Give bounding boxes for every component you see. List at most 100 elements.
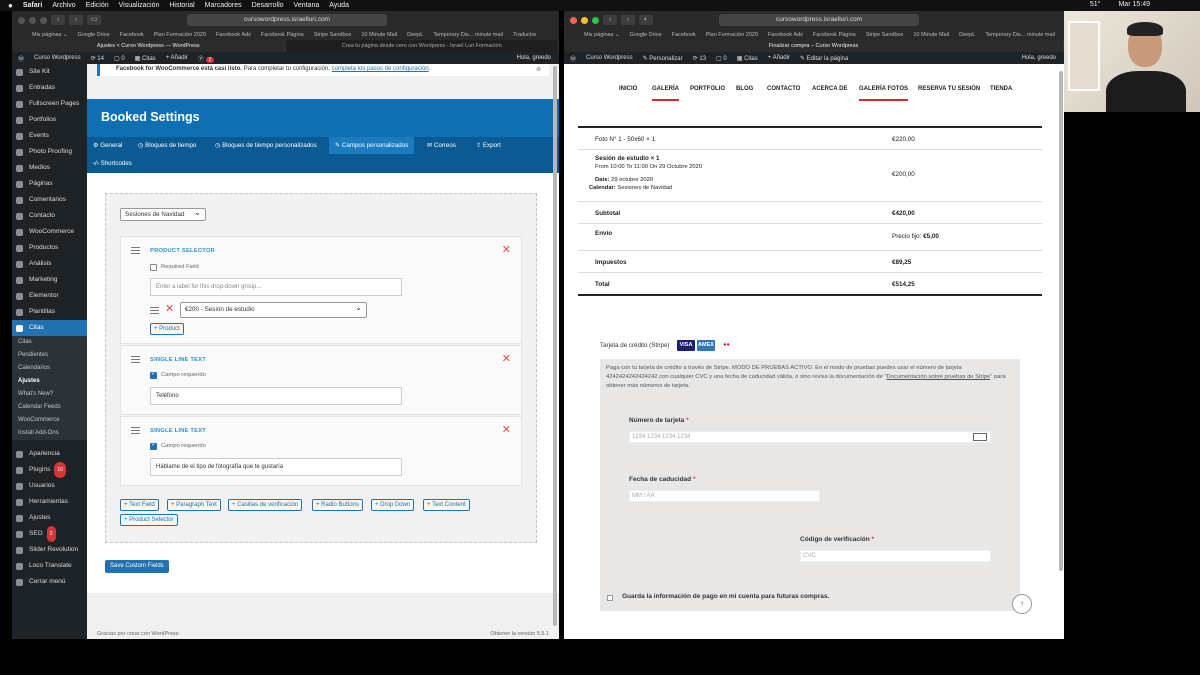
sidebar-item-medios[interactable]: Medios: [12, 160, 87, 176]
menu-edicion[interactable]: Edición: [86, 2, 109, 9]
dismiss-icon[interactable]: ⊗: [536, 65, 541, 75]
field-label-input[interactable]: Háblame de el tipo de fotografía que te …: [150, 458, 402, 476]
footer-credit[interactable]: Gracias por crear con WordPress.: [97, 631, 180, 637]
submenu-item-woocommerce[interactable]: WooCommerce: [12, 414, 87, 427]
window-controls[interactable]: [570, 16, 599, 24]
drag-handle-icon[interactable]: [131, 247, 140, 254]
sidebar-item-portfolios[interactable]: Portfolios: [12, 112, 87, 128]
sidebar-toggle-icon[interactable]: ▭: [87, 15, 101, 25]
bookmark[interactable]: Plan Formación 2020: [706, 32, 758, 38]
card-number-input[interactable]: 1234 1234 1234 1234: [629, 431, 991, 443]
menu-marcadores[interactable]: Marcadores: [205, 2, 242, 9]
tab-campos-personalizados[interactable]: ✎ Campos personalizados: [329, 137, 415, 154]
back-button[interactable]: ‹: [51, 15, 65, 25]
admin-citas[interactable]: ▦ Citas: [737, 55, 758, 62]
add-checkboxes-button[interactable]: + Casillas de verificación: [228, 499, 303, 511]
nav-galeria-fotos[interactable]: GALERÍA FOTOS: [859, 86, 909, 101]
nav-reserva[interactable]: RESERVA TU SESIÓN: [918, 86, 980, 92]
admin-greeting[interactable]: Hola, greedo: [1022, 55, 1056, 61]
bookmark[interactable]: Mis páginas ⌄: [584, 32, 619, 38]
bookmark[interactable]: Facebook: [672, 32, 696, 38]
bookmark[interactable]: DeepL: [959, 32, 975, 38]
field-single-line-telefono[interactable]: SINGLE LINE TEXT ✕ Campo requerido Teléf…: [120, 345, 522, 415]
required-checkbox[interactable]: [150, 441, 157, 450]
bookmark[interactable]: Temporary Dis... minute mail: [433, 32, 503, 38]
sidebar-item-elementor[interactable]: Elementor: [12, 288, 87, 304]
sidebar-item-p-ginas[interactable]: Páginas: [12, 176, 87, 192]
field-label-input[interactable]: Teléfono: [150, 387, 402, 405]
admin-site-name[interactable]: Curso Wordpress: [34, 55, 81, 61]
yoast-indicator[interactable]: Ⓨ 2: [198, 54, 215, 63]
admin-customize[interactable]: ✎ Personalizar: [643, 55, 683, 62]
sidebar-item-woocommerce[interactable]: WooCommerce: [12, 224, 87, 240]
right-scrollbar[interactable]: [1059, 71, 1063, 571]
apple-icon[interactable]: ●: [8, 1, 13, 10]
tab-crea-tu-pagina[interactable]: Crea tu página desde cero con Wordpress …: [286, 40, 559, 52]
nav-tienda[interactable]: TIENDA: [990, 86, 1012, 92]
back-button[interactable]: ‹: [603, 15, 617, 25]
nav-galeria[interactable]: GALERÍA: [652, 86, 679, 101]
nav-contacto[interactable]: CONTACTO: [767, 86, 800, 92]
footer-version[interactable]: Obtener la versión 5.5.1: [490, 631, 549, 637]
required-checkbox[interactable]: [150, 264, 157, 271]
admin-new[interactable]: + Añadir: [768, 55, 790, 61]
sidebar-item-site-kit[interactable]: Site Kit: [12, 64, 87, 80]
window-controls[interactable]: [18, 16, 47, 24]
admin-citas[interactable]: ▦ Citas: [135, 55, 156, 62]
required-checkbox[interactable]: [150, 370, 157, 379]
save-custom-fields-button[interactable]: Save Custom Fields: [105, 560, 169, 573]
submenu-item-ajustes[interactable]: Ajustes: [12, 375, 87, 388]
sidebar-item-seo[interactable]: SEO 2: [12, 526, 87, 542]
bookmark[interactable]: Facebook Ads: [768, 32, 803, 38]
tab-ajustes[interactable]: Ajustes < Curso Wordpress — WordPress: [12, 40, 286, 52]
sidebar-item-fullscreen-pages[interactable]: Fullscreen Pages: [12, 96, 87, 112]
sidebar-item-herramientas[interactable]: Herramientas: [12, 494, 87, 510]
tab-general[interactable]: ⚙ General: [87, 137, 128, 154]
sidebar-item-events[interactable]: Events: [12, 128, 87, 144]
add-dropdown-button[interactable]: + Drop Down: [371, 499, 415, 511]
scroll-to-top-icon[interactable]: ↑: [1012, 594, 1032, 614]
forward-button[interactable]: ›: [621, 15, 635, 25]
tab-bloques-personalizados[interactable]: ◷ Bloques de tiempo personalizados: [209, 137, 323, 154]
sidebar-item-ajustes[interactable]: Ajustes: [12, 510, 87, 526]
expiry-input[interactable]: MM / AA: [629, 490, 820, 502]
bookmark[interactable]: Google Drive: [629, 32, 661, 38]
admin-edit-page[interactable]: ✎ Editar la página: [800, 55, 848, 62]
nav-inicio[interactable]: INICIO: [619, 86, 637, 92]
sidebar-item-usuarios[interactable]: Usuarios: [12, 478, 87, 494]
tab-export[interactable]: ⇪ Export: [470, 137, 507, 154]
nav-blog[interactable]: BLOG: [736, 86, 753, 92]
drag-handle-icon[interactable]: [131, 356, 140, 363]
tab-shortcodes[interactable]: ‹/› Shortcodes: [87, 155, 138, 172]
admin-site-name[interactable]: Curso Wordpress: [586, 55, 633, 61]
sidebar-item-citas[interactable]: Citas: [12, 320, 87, 336]
tab-correos[interactable]: ✉ Correos: [421, 137, 462, 154]
add-product-button[interactable]: + Product: [150, 323, 184, 335]
sidebar-item-plugins[interactable]: Plugins 10: [12, 462, 87, 478]
left-scrollbar[interactable]: [553, 66, 557, 626]
weather-status[interactable]: 51°: [1090, 1, 1101, 8]
right-url-bar[interactable]: cursowordpress.israelluri.com: [719, 14, 919, 26]
bookmark[interactable]: Facebook Página: [261, 32, 304, 38]
add-radio-button[interactable]: + Radio Buttons: [312, 499, 363, 511]
drag-handle-icon[interactable]: [131, 427, 140, 434]
tab-finalizar-compra[interactable]: Finalizar compra – Curso Wordpress: [564, 40, 1064, 52]
bookmark[interactable]: Stripe Sandbox: [866, 32, 904, 38]
save-payment-checkbox[interactable]: [607, 595, 613, 601]
menu-archivo[interactable]: Archivo: [52, 2, 75, 9]
sidebar-item-marketing[interactable]: Marketing: [12, 272, 87, 288]
bookmark[interactable]: Stripe Sandbox: [314, 32, 352, 38]
submenu-item-citas[interactable]: Citas: [12, 336, 87, 349]
bookmark[interactable]: 10 Minute Mail: [913, 32, 949, 38]
bookmark[interactable]: Facebook: [120, 32, 144, 38]
clock[interactable]: Mar 15:49: [1118, 1, 1150, 8]
sidebar-item-entradas[interactable]: Entradas: [12, 80, 87, 96]
bookmark[interactable]: DeepL: [407, 32, 423, 38]
bookmark[interactable]: Google Drive: [77, 32, 109, 38]
close-icon[interactable]: ✕: [502, 354, 511, 365]
close-icon[interactable]: ✕: [502, 245, 511, 256]
menu-ventana[interactable]: Ventana: [294, 2, 320, 9]
updates-indicator[interactable]: ⟳ 13: [693, 55, 706, 62]
add-paragraph-button[interactable]: + Paragraph Text: [167, 499, 221, 511]
admin-greeting[interactable]: Hola, greedo: [517, 55, 551, 61]
